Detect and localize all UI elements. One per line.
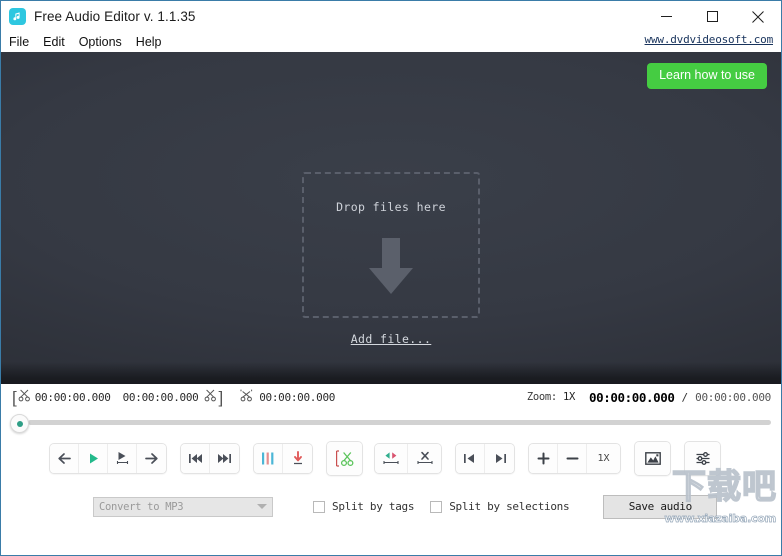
settings-button[interactable] xyxy=(685,441,720,475)
edit-selection-group xyxy=(374,442,442,474)
window-title: Free Audio Editor v. 1.1.35 xyxy=(34,9,196,24)
selection-time-group: [ 00:00:00.000 00:00:00.000 ] xyxy=(11,389,224,406)
scrubber-track[interactable] xyxy=(28,420,771,425)
convert-format-select[interactable]: Convert to MP3 xyxy=(93,496,273,517)
play-to-marker-button[interactable] xyxy=(108,443,137,473)
current-time: 00:00:00.000 xyxy=(588,389,675,405)
add-file-link[interactable]: Add file... xyxy=(351,332,432,346)
align-selection-group xyxy=(455,442,515,474)
trim-selection-button[interactable] xyxy=(375,443,408,473)
save-audio-button[interactable]: Save audio xyxy=(603,494,718,519)
down-arrow-icon xyxy=(360,236,422,303)
selection-end-time: 00:00:00.000 xyxy=(122,390,199,404)
playback-scrubber[interactable] xyxy=(1,410,781,433)
selection-to-start-button[interactable] xyxy=(456,443,485,473)
zoom-out-button[interactable] xyxy=(558,443,587,473)
pause-markers-button[interactable] xyxy=(254,443,283,473)
total-time: 00:00:00.000 xyxy=(695,390,771,404)
scrubber-handle[interactable] xyxy=(10,414,29,433)
zoom-reset-label: 1X xyxy=(597,452,610,464)
menu-item-edit[interactable]: Edit xyxy=(43,35,65,49)
file-dropzone[interactable]: Drop files here xyxy=(302,172,480,318)
menu-item-file[interactable]: File xyxy=(9,35,29,49)
zoom-label: Zoom: xyxy=(526,391,557,403)
dropzone-wrapper: Drop files here Add file... xyxy=(1,172,781,346)
marker-time-group: 00:00:00.000 xyxy=(240,389,341,405)
time-info-bar: [ 00:00:00.000 00:00:00.000 ] 00:00:00.0… xyxy=(1,384,781,410)
learn-how-to-use-button[interactable]: Learn how to use xyxy=(647,63,767,89)
split-by-tags-label: Split by tags xyxy=(332,500,415,513)
spectrogram-button-group xyxy=(634,440,671,476)
scissors-start-icon xyxy=(18,389,31,405)
chevron-down-icon xyxy=(257,504,267,509)
website-link[interactable]: www.dvdvideosoft.com xyxy=(645,33,774,46)
close-button[interactable] xyxy=(735,1,781,32)
split-by-selections-label: Split by selections xyxy=(449,500,570,513)
set-marker-button[interactable] xyxy=(283,443,312,473)
bottom-action-bar: Convert to MP3 Split by tags Split by se… xyxy=(1,467,781,529)
step-forward-button[interactable] xyxy=(137,443,166,473)
selection-close-bracket: ] xyxy=(218,387,224,407)
zoom-in-button[interactable] xyxy=(529,443,558,473)
music-note-icon xyxy=(9,8,26,25)
convert-format-value: Convert to MP3 xyxy=(99,500,184,513)
split-by-tags-option[interactable]: Split by tags xyxy=(313,500,415,513)
delete-selection-button[interactable] xyxy=(408,443,441,473)
cut-selection-button[interactable] xyxy=(327,441,362,475)
go-to-end-button[interactable] xyxy=(210,443,239,473)
selection-open-bracket: [ xyxy=(12,387,17,407)
menu-item-help[interactable]: Help xyxy=(136,35,162,49)
menu-bar: File Edit Options Help www.dvdvideosoft.… xyxy=(1,32,781,52)
scissors-marker-icon xyxy=(240,389,253,405)
maximize-button[interactable] xyxy=(689,1,735,32)
window-controls xyxy=(643,1,781,32)
zoom-button-group: 1X xyxy=(528,442,621,474)
minimize-button[interactable] xyxy=(643,1,689,32)
editor-toolbar: 1X xyxy=(1,432,781,484)
selection-to-end-button[interactable] xyxy=(485,443,514,473)
zoom-reset-button[interactable]: 1X xyxy=(587,443,620,473)
title-bar: Free Audio Editor v. 1.1.35 xyxy=(1,1,781,32)
play-button[interactable] xyxy=(79,443,108,473)
settings-button-group xyxy=(684,440,721,476)
marker-button-group xyxy=(253,442,313,474)
marker-time: 00:00:00.000 xyxy=(259,390,336,404)
step-back-button[interactable] xyxy=(50,443,79,473)
dropzone-label: Drop files here xyxy=(336,200,446,214)
split-by-selections-checkbox[interactable] xyxy=(430,500,443,513)
playback-button-group xyxy=(49,442,167,474)
editor-canvas[interactable]: Learn how to use Drop files here Add fil… xyxy=(1,52,781,384)
split-by-selections-option[interactable]: Split by selections xyxy=(430,500,570,513)
skip-button-group xyxy=(180,442,240,474)
zoom-value: 1X xyxy=(562,391,575,403)
playback-time-group: Zoom: 1X 00:00:00.000 / 00:00:00.000 xyxy=(527,390,771,405)
menu-item-options[interactable]: Options xyxy=(79,35,122,49)
split-by-tags-checkbox[interactable] xyxy=(313,500,325,513)
application-window: Free Audio Editor v. 1.1.35 File Edit Op… xyxy=(0,0,782,556)
scissors-end-icon xyxy=(204,389,217,405)
spectrogram-button[interactable] xyxy=(635,441,670,475)
selection-start-time: 00:00:00.000 xyxy=(34,390,111,404)
time-separator: / xyxy=(681,390,689,404)
go-to-start-button[interactable] xyxy=(181,443,210,473)
cut-button-group xyxy=(326,440,363,476)
